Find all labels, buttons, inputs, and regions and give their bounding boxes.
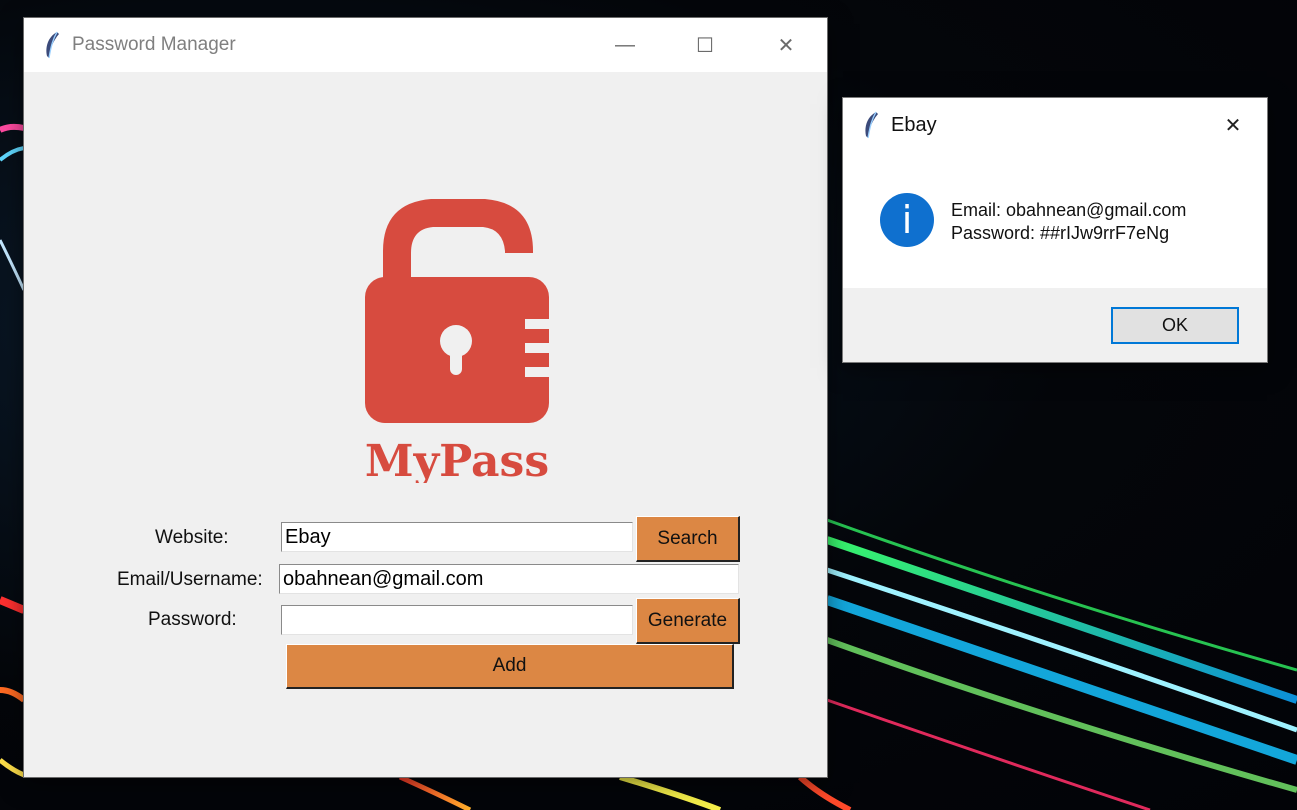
dialog-title-bar[interactable]: Ebay ✕ — [843, 98, 1267, 152]
maximize-icon: ☐ — [696, 34, 714, 57]
website-label: Website: — [155, 527, 229, 548]
dialog-title: Ebay — [891, 113, 937, 136]
info-icon: i — [880, 193, 934, 247]
close-icon: ✕ — [777, 34, 795, 57]
info-dialog: Ebay ✕ i Email: obahnean@gmail.com Passw… — [843, 98, 1267, 362]
generate-button[interactable]: Generate — [636, 598, 740, 644]
title-bar[interactable]: Password Manager — ☐ ✕ — [24, 18, 827, 72]
password-label: Password: — [148, 609, 237, 630]
email-label: Email/Username: — [117, 569, 263, 590]
mypass-logo: MyPass — [365, 199, 555, 483]
window-title: Password Manager — [72, 34, 236, 55]
minimize-button[interactable]: — — [585, 18, 665, 72]
feather-icon — [46, 31, 59, 59]
add-button[interactable]: Add — [286, 644, 734, 689]
search-button[interactable]: Search — [636, 516, 740, 562]
dialog-close-button[interactable]: ✕ — [1198, 98, 1268, 152]
dialog-footer: OK — [843, 288, 1267, 362]
maximize-button[interactable]: ☐ — [665, 18, 745, 72]
ok-button[interactable]: OK — [1111, 307, 1239, 344]
dialog-email-text: Email: obahnean@gmail.com — [951, 200, 1187, 220]
close-icon: ✕ — [1224, 114, 1242, 137]
feather-icon — [865, 111, 878, 139]
password-input[interactable] — [281, 605, 633, 635]
logo-text: MyPass — [365, 436, 549, 483]
website-input[interactable]: Ebay — [281, 522, 633, 552]
email-input[interactable]: obahnean@gmail.com — [279, 564, 739, 594]
minimize-icon: — — [615, 33, 635, 56]
close-button[interactable]: ✕ — [746, 18, 826, 72]
dialog-password-text: Password: ##rIJw9rrF7eNg — [951, 223, 1170, 243]
password-manager-window: Password Manager — ☐ ✕ MyPass Website: E… — [24, 18, 827, 777]
